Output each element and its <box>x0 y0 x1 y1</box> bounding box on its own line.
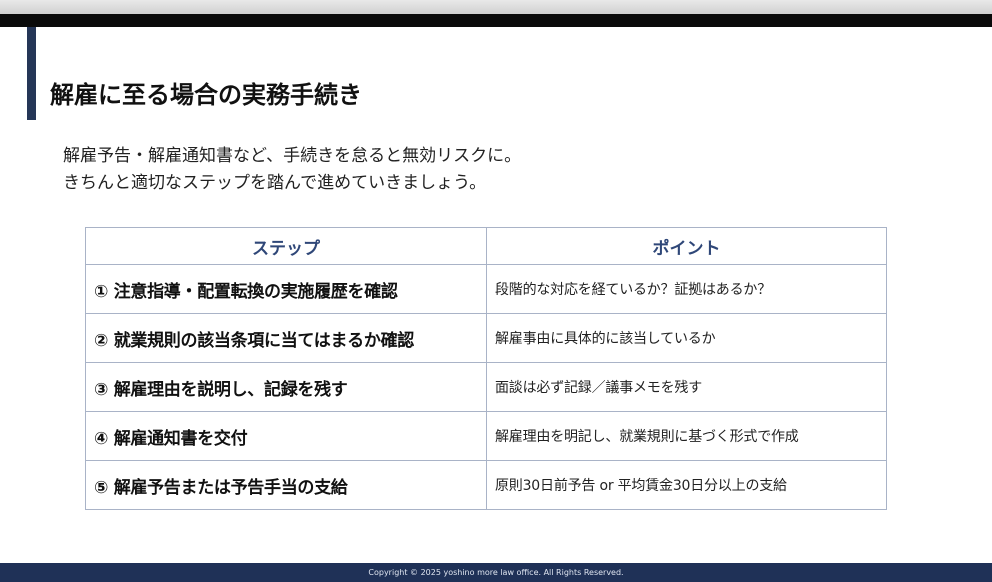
point-cell: 解雇理由を明記し、就業規則に基づく形式で作成 <box>486 411 887 461</box>
point-cell: 原則30日前予告 or 平均賃金30日分以上の支給 <box>486 460 887 510</box>
page-title: 解雇に至る場合の実務手続き <box>50 81 362 109</box>
header-step: ステップ <box>85 227 487 265</box>
top-black-bar <box>0 14 992 27</box>
intro-line-2: きちんと適切なステップを踏んで進めていきましょう。 <box>63 173 487 193</box>
header-point: ポイント <box>486 227 887 265</box>
table-row: ② 就業規則の該当条項に当てはまるか確認 解雇事由に具体的に該当しているか <box>85 313 887 363</box>
title-accent-bar <box>27 27 36 120</box>
intro-line-1: 解雇予告・解雇通知書など、手続きを怠ると無効リスクに。 <box>63 146 522 166</box>
step-cell: ⑤ 解雇予告または予告手当の支給 <box>85 460 487 510</box>
point-cell: 面談は必ず記録／議事メモを残す <box>486 362 887 412</box>
step-cell: ① 注意指導・配置転換の実施履歴を確認 <box>85 264 487 314</box>
step-cell: ③ 解雇理由を説明し、記録を残す <box>85 362 487 412</box>
step-cell: ④ 解雇通知書を交付 <box>85 411 487 461</box>
steps-table: ステップ ポイント ① 注意指導・配置転換の実施履歴を確認 段階的な対応を経てい… <box>85 227 887 510</box>
table-row: ⑤ 解雇予告または予告手当の支給 原則30日前予告 or 平均賃金30日分以上の… <box>85 460 887 510</box>
point-cell: 解雇事由に具体的に該当しているか <box>486 313 887 363</box>
intro-text: 解雇予告・解雇通知書など、手続きを怠ると無効リスクに。 きちんと適切なステップを… <box>63 143 521 197</box>
table-row: ③ 解雇理由を説明し、記録を残す 面談は必ず記録／議事メモを残す <box>85 362 887 412</box>
step-cell: ② 就業規則の該当条項に当てはまるか確認 <box>85 313 487 363</box>
table-header-row: ステップ ポイント <box>85 227 887 265</box>
point-cell: 段階的な対応を経ているか？証拠はあるか？ <box>486 264 887 314</box>
footer-copyright: Copyright © 2025 yoshino more law office… <box>0 563 992 582</box>
table-row: ① 注意指導・配置転換の実施履歴を確認 段階的な対応を経ているか？証拠はあるか？ <box>85 264 887 314</box>
table-row: ④ 解雇通知書を交付 解雇理由を明記し、就業規則に基づく形式で作成 <box>85 411 887 461</box>
window-top-edge <box>0 0 992 14</box>
